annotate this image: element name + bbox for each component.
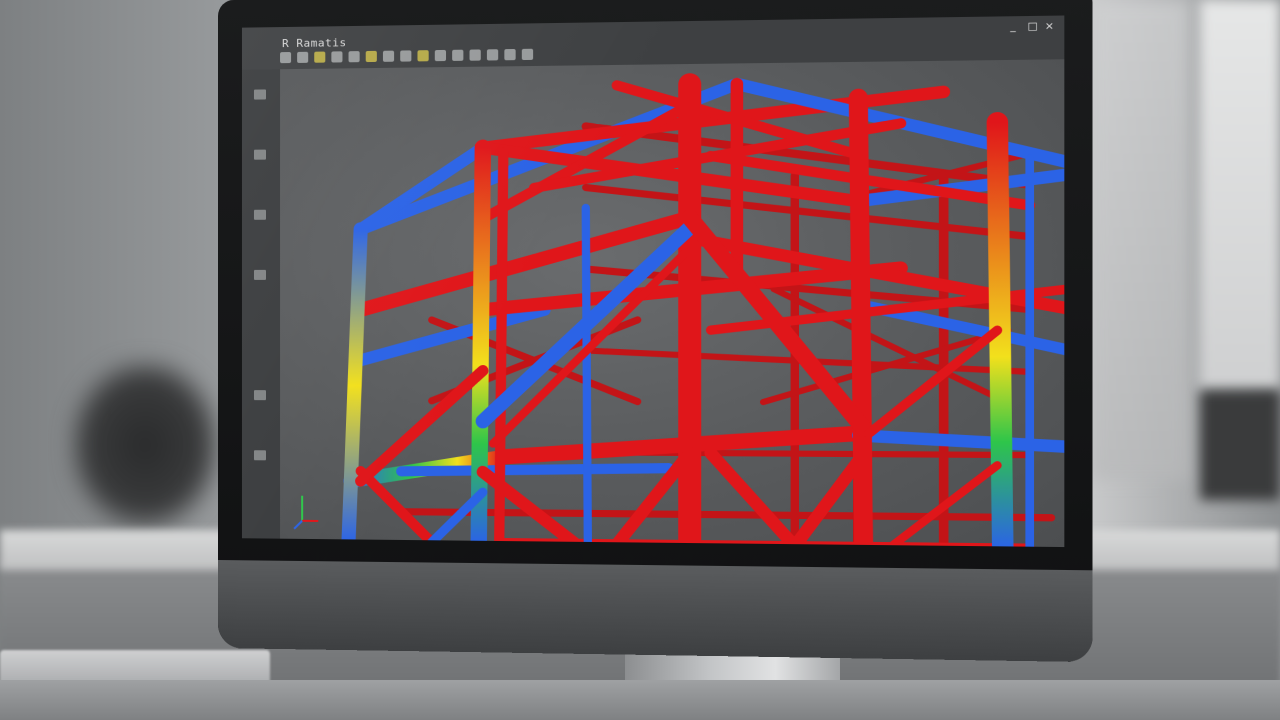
materials-icon[interactable] [253,209,266,220]
frame-main [349,80,1065,547]
load-icon[interactable] [452,49,464,61]
monitor-chin [218,560,1093,663]
zoom-icon[interactable] [331,51,343,63]
background-window-left [1090,0,1190,480]
properties-icon[interactable] [253,149,266,160]
structure-model [280,59,1064,547]
background-cabinet [1200,390,1280,500]
monitor: R Ramatis _ □ × [218,0,1093,663]
results-icon[interactable] [253,450,266,461]
toolbar-label: R Ramatis [282,36,347,51]
xyz-axis-icon [294,496,318,529]
member-icon[interactable] [434,49,447,62]
section-icon[interactable] [504,48,516,61]
grid-icon[interactable] [382,50,395,62]
select-icon[interactable] [280,52,292,64]
node-icon[interactable] [417,50,429,62]
close-icon[interactable]: × [1045,21,1056,33]
screen: R Ramatis _ □ × [241,15,1065,548]
3d-viewport[interactable] [280,59,1064,547]
analysis-icon[interactable] [469,49,481,61]
desk-surface [0,680,1280,720]
pan-icon[interactable] [348,51,360,63]
rotate-icon[interactable] [314,51,326,63]
supports-icon[interactable] [253,390,266,401]
minimize-icon[interactable]: _ [1010,21,1021,33]
layer-icon[interactable] [400,50,412,62]
window-controls: _ □ × [1010,21,1056,33]
maximize-icon[interactable]: □ [1028,21,1039,33]
toolbar-icons [280,48,534,64]
loads-icon[interactable] [253,269,266,280]
view-icon[interactable] [521,48,534,61]
background-chair [70,360,220,530]
move-icon[interactable] [297,51,309,63]
background-window-right [1200,0,1280,390]
snap-icon[interactable] [365,50,377,63]
tree-icon[interactable] [253,89,266,100]
results-icon[interactable] [486,49,499,61]
left-panel [241,69,282,539]
